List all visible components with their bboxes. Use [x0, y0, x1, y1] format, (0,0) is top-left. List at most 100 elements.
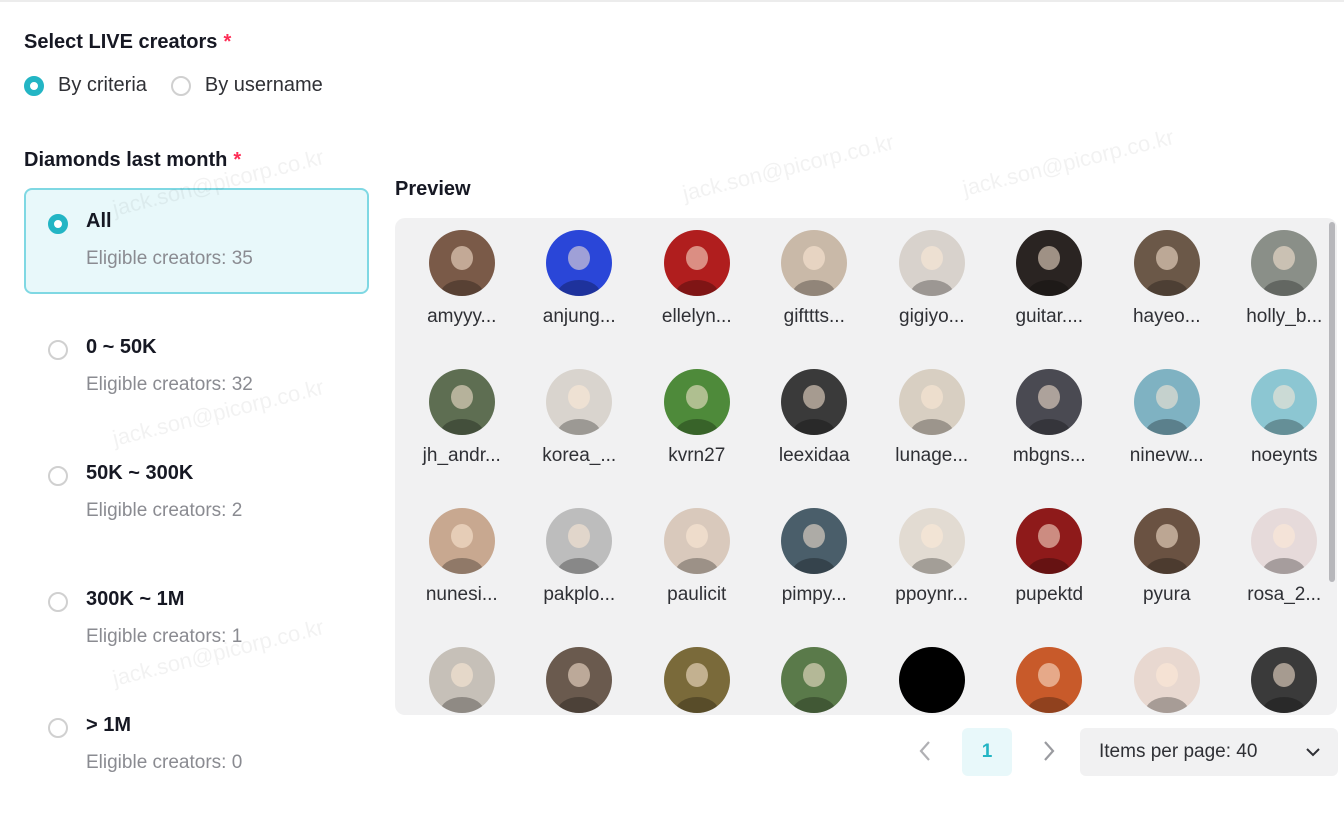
chevron-left-icon[interactable] — [912, 738, 938, 764]
creator-item[interactable]: ellelyn... — [638, 230, 756, 369]
creator-item[interactable] — [756, 647, 874, 715]
avatar — [1016, 230, 1083, 296]
creator-username: amyyy... — [427, 306, 497, 327]
required-mark: * — [233, 149, 242, 171]
creator-username: lunage... — [895, 445, 969, 466]
creator-username: korea_... — [542, 445, 617, 466]
creator-username: leexidaa — [778, 445, 850, 466]
tier-radio-50k-300k[interactable] — [48, 466, 68, 486]
creator-item[interactable]: rosa_2... — [1226, 508, 1338, 647]
creator-item[interactable]: gifttts... — [756, 230, 874, 369]
tier-option-all[interactable]: All Eligible creators: 35 — [24, 188, 369, 294]
creator-item[interactable]: pimpy... — [756, 508, 874, 647]
tier-option-300k-1m[interactable]: 300K ~ 1M Eligible creators: 1 — [24, 566, 369, 672]
avatar — [781, 647, 848, 713]
avatar — [1133, 647, 1200, 713]
creator-item[interactable] — [638, 647, 756, 715]
creator-item[interactable] — [873, 647, 991, 715]
creator-item[interactable]: anjung... — [521, 230, 639, 369]
creator-item[interactable]: amyyy... — [403, 230, 521, 369]
creator-username: gifttts... — [783, 306, 845, 327]
creator-item[interactable]: paulicit — [638, 508, 756, 647]
avatar — [781, 369, 848, 435]
chevron-right-icon[interactable] — [1036, 738, 1062, 764]
avatar — [428, 369, 495, 435]
select-creators-label: Select LIVE creators * — [24, 31, 231, 54]
creator-username: ninevw... — [1129, 445, 1204, 466]
creator-username: pakplo... — [543, 584, 616, 605]
creator-item[interactable]: guitar.... — [991, 230, 1109, 369]
tier-name: 50K ~ 300K — [86, 462, 194, 484]
creator-item[interactable]: pupektd — [991, 508, 1109, 647]
scrollbar-thumb[interactable] — [1329, 222, 1335, 582]
radio-by-username[interactable] — [170, 75, 191, 96]
creator-item[interactable] — [991, 647, 1109, 715]
creator-item[interactable] — [1108, 647, 1226, 715]
creator-username: mbgns... — [1012, 445, 1086, 466]
creator-item[interactable]: noeynts — [1226, 369, 1338, 508]
tier-eligible-count: Eligible creators: 0 — [86, 752, 243, 773]
page-number-current[interactable]: 1 — [962, 728, 1012, 776]
items-per-page-select[interactable]: Items per page: 40 — [1080, 728, 1338, 776]
top-divider — [0, 0, 1344, 2]
creator-item[interactable]: mbgns... — [991, 369, 1109, 508]
creator-item[interactable]: pyura — [1108, 508, 1226, 647]
avatar — [781, 230, 848, 296]
avatar — [663, 647, 730, 713]
avatar — [546, 508, 613, 574]
tier-eligible-count: Eligible creators: 2 — [86, 500, 243, 521]
creator-username: hayeo... — [1132, 306, 1201, 327]
creator-item[interactable]: leexidaa — [756, 369, 874, 508]
creator-item[interactable]: gigiyo... — [873, 230, 991, 369]
radio-by-criteria[interactable] — [24, 75, 44, 96]
avatar — [898, 508, 965, 574]
scrollbar[interactable] — [1329, 222, 1335, 711]
tier-radio-0-50k[interactable] — [48, 340, 68, 360]
creator-item[interactable]: lunage... — [873, 369, 991, 508]
creator-username: pyura — [1142, 584, 1191, 605]
creator-item[interactable]: holly_b... — [1226, 230, 1338, 369]
watermark: jack.son@picorp.co.kr — [680, 129, 897, 206]
creator-item[interactable]: ppoynr... — [873, 508, 991, 647]
tier-radio-300k-1m[interactable] — [48, 592, 68, 612]
mode-option-by-criteria[interactable]: By criteria — [24, 74, 147, 97]
creator-item[interactable]: kvrn27 — [638, 369, 756, 508]
creator-item[interactable]: pakplo... — [521, 508, 639, 647]
creator-username: noeynts — [1250, 445, 1318, 466]
avatar — [428, 508, 495, 574]
mode-label-by-username: By username — [204, 74, 323, 96]
creator-item[interactable] — [1226, 647, 1338, 715]
avatar — [1251, 230, 1318, 296]
creator-username: ellelyn... — [661, 306, 732, 327]
avatar — [1016, 647, 1083, 713]
tier-radio-all[interactable] — [48, 214, 68, 234]
preview-panel[interactable]: amyyy... anjung... ellelyn... gifttts... gig… — [395, 218, 1337, 715]
creator-username: paulicit — [667, 584, 727, 605]
avatar — [1133, 369, 1200, 435]
creator-item[interactable]: ninevw... — [1108, 369, 1226, 508]
creator-username: nunesi... — [425, 584, 498, 605]
creator-grid: amyyy... anjung... ellelyn... gifttts... gig… — [403, 230, 1337, 715]
creator-item[interactable]: jh_andr... — [403, 369, 521, 508]
tier-option-over-1m[interactable]: > 1M Eligible creators: 0 — [24, 692, 369, 798]
mode-option-by-username[interactable]: By username — [170, 74, 323, 97]
creator-item[interactable] — [403, 647, 521, 715]
tier-name: All — [86, 210, 112, 232]
tier-eligible-count: Eligible creators: 32 — [86, 374, 253, 395]
creator-item[interactable]: nunesi... — [403, 508, 521, 647]
creator-item[interactable]: korea_... — [521, 369, 639, 508]
tier-option-50k-300k[interactable]: 50K ~ 300K Eligible creators: 2 — [24, 440, 369, 546]
tier-option-0-50k[interactable]: 0 ~ 50K Eligible creators: 32 — [24, 314, 369, 420]
avatar — [663, 230, 730, 296]
avatar — [546, 369, 613, 435]
creator-username: pupektd — [1015, 584, 1084, 605]
avatar — [1133, 508, 1200, 574]
tier-radio-over-1m[interactable] — [48, 718, 68, 738]
creator-item[interactable] — [521, 647, 639, 715]
avatar — [428, 230, 495, 296]
avatar — [663, 508, 730, 574]
creator-item[interactable]: hayeo... — [1108, 230, 1226, 369]
chevron-down-icon — [1304, 743, 1322, 767]
creator-username: anjung... — [542, 306, 616, 327]
required-mark: * — [223, 31, 232, 53]
